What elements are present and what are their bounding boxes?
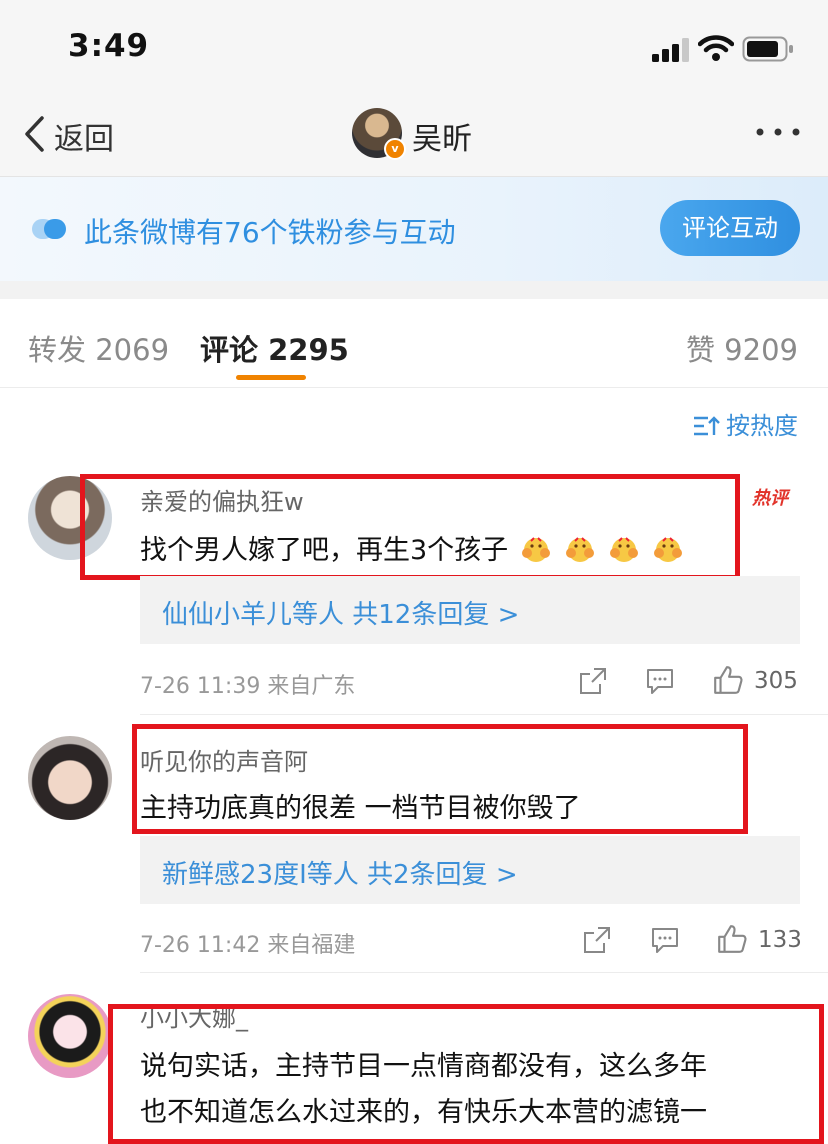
- like-icon[interactable]: [712, 664, 744, 696]
- more-options-icon[interactable]: [754, 122, 802, 142]
- like-count: 305: [754, 668, 798, 694]
- comment-divider: [140, 714, 828, 715]
- fan-badge-icon: [32, 219, 66, 239]
- comment-interact-button[interactable]: 评论互动: [660, 200, 800, 256]
- fan-interaction-banner: 此条微博有76个铁粉参与互动 评论互动: [0, 177, 828, 281]
- cellular-signal-icon: [652, 38, 689, 62]
- comment-divider: [140, 972, 828, 973]
- like-count: 133: [758, 927, 802, 953]
- sort-button[interactable]: 按热度: [692, 406, 798, 441]
- like-icon[interactable]: [716, 923, 748, 955]
- share-icon[interactable]: [582, 925, 612, 955]
- commenter-avatar[interactable]: [28, 736, 112, 820]
- wifi-icon: [698, 35, 734, 61]
- commenter-avatar[interactable]: [28, 994, 112, 1078]
- active-tab-indicator: [236, 375, 306, 380]
- comment-meta: 7-26 11:39 来自广东: [140, 674, 356, 699]
- battery-icon: [742, 36, 793, 62]
- comment-icon[interactable]: [650, 925, 680, 955]
- replies-link[interactable]: 新鲜感23度I等人 共2条回复 >: [162, 854, 518, 891]
- status-bar: 3:49: [0, 0, 828, 92]
- replies-link[interactable]: 仙仙小羊儿等人 共12条回复 >: [162, 594, 519, 631]
- banner-text: 此条微博有76个铁粉参与互动: [84, 216, 456, 249]
- highlight-box: [80, 474, 740, 580]
- tab-comments[interactable]: 评论 2295: [200, 327, 349, 369]
- share-icon[interactable]: [578, 666, 608, 696]
- sort-label: 按热度: [726, 412, 798, 440]
- page-title[interactable]: 吴昕: [412, 114, 472, 158]
- tab-repost[interactable]: 转发 2069: [28, 327, 169, 369]
- replies-preview[interactable]: 仙仙小羊儿等人 共12条回复 >: [140, 576, 800, 644]
- highlight-box: [108, 1004, 824, 1144]
- sort-icon: [694, 416, 720, 436]
- replies-preview[interactable]: 新鲜感23度I等人 共2条回复 >: [140, 836, 800, 904]
- back-button[interactable]: 返回: [54, 114, 114, 158]
- hot-comment-badge: 热评: [752, 488, 788, 509]
- tab-bar: 转发 2069 评论 2295 赞 9209: [0, 299, 828, 388]
- nav-bar: 返回 v 吴昕: [0, 92, 828, 177]
- back-chevron-icon[interactable]: [22, 114, 46, 154]
- comment-meta: 7-26 11:42 来自福建: [140, 933, 356, 958]
- highlight-box: [132, 724, 748, 834]
- section-gap: [0, 281, 828, 299]
- comment-icon[interactable]: [645, 666, 675, 696]
- verified-badge-icon: v: [384, 138, 406, 160]
- tab-likes[interactable]: 赞 9209: [686, 327, 798, 369]
- status-time: 3:49: [68, 28, 150, 64]
